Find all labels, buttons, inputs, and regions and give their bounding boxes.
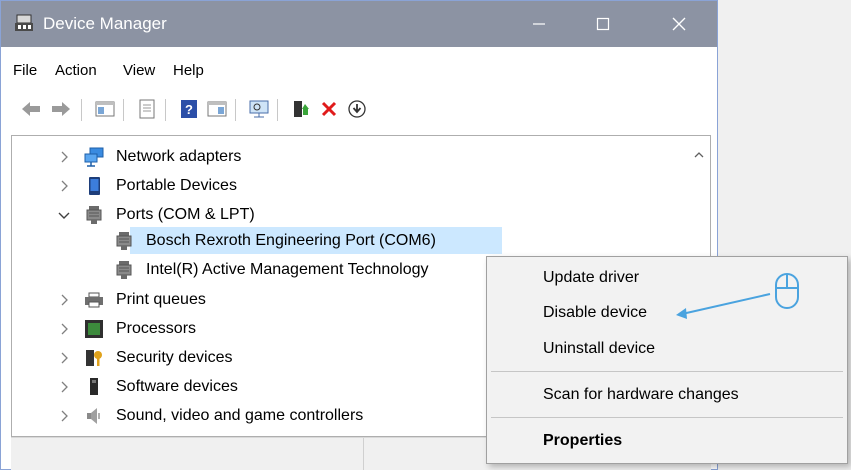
update-driver-icon: [348, 100, 366, 118]
toolbar-separator: [277, 99, 278, 121]
console-tree-button[interactable]: [93, 97, 117, 121]
tree-item-label: Software devices: [116, 378, 238, 395]
chevron-right-icon[interactable]: [56, 149, 72, 165]
tree-item-network-adapters[interactable]: Network adapters: [12, 144, 692, 170]
properties-sheet-icon: [139, 99, 155, 119]
tree-item-processors[interactable]: Processors: [12, 316, 492, 342]
tree-item-label: Ports (COM & LPT): [116, 206, 255, 223]
tree-item-label: Print queues: [116, 291, 206, 308]
status-divider: [363, 438, 364, 470]
processor-chip-icon: [85, 320, 103, 338]
menu-separator: [491, 371, 843, 372]
tree-item-bosch-rexroth-port[interactable]: Bosch Rexroth Engineering Port (COM6): [12, 228, 502, 254]
menu-item-uninstall-device[interactable]: Uninstall device: [543, 340, 655, 358]
chevron-right-icon[interactable]: [56, 379, 72, 395]
menu-item-update-driver[interactable]: Update driver: [543, 269, 639, 287]
screen: Device Manager File Action View Help ? N…: [0, 0, 851, 470]
chevron-right-icon[interactable]: [56, 321, 72, 337]
tree-item-label: Bosch Rexroth Engineering Port (COM6): [146, 232, 436, 249]
portable-device-icon: [89, 177, 100, 195]
menu-bar: File Action View Help: [1, 58, 717, 82]
remove-device-icon: [321, 101, 337, 117]
scan-monitor-icon: [249, 100, 269, 118]
forward-button[interactable]: [49, 97, 73, 121]
enable-device-button[interactable]: [289, 97, 313, 121]
tree-item-ports[interactable]: Ports (COM & LPT): [12, 202, 692, 228]
chevron-right-icon[interactable]: [56, 292, 72, 308]
forward-arrow-icon: [52, 102, 70, 116]
back-arrow-icon: [22, 102, 40, 116]
menu-item-disable-device[interactable]: Disable device: [543, 304, 647, 322]
help-icon: ?: [181, 100, 197, 118]
toolbar-separator: [165, 99, 166, 121]
tree-item-portable-devices[interactable]: Portable Devices: [12, 173, 692, 199]
device-manager-icon: [15, 14, 33, 31]
uninstall-device-button[interactable]: [317, 97, 341, 121]
toolbar: ?: [1, 93, 717, 125]
scan-hardware-button[interactable]: [247, 97, 271, 121]
chevron-down-icon[interactable]: [56, 207, 72, 223]
menu-item-properties[interactable]: Properties: [543, 432, 622, 450]
port-connector-icon: [86, 206, 102, 224]
scroll-up-arrow-icon[interactable]: [692, 150, 706, 160]
tree-item-label: Network adapters: [116, 148, 242, 165]
printer-icon: [85, 292, 103, 308]
tree-item-security-devices[interactable]: Security devices: [12, 345, 492, 371]
tree-item-label: Portable Devices: [116, 177, 237, 194]
tree-item-print-queues[interactable]: Print queues: [12, 287, 492, 313]
action-pane-icon: [207, 101, 227, 117]
enable-device-icon: [294, 101, 309, 117]
minimize-button[interactable]: [509, 1, 569, 47]
tree-item-sound-video-game[interactable]: Sound, video and game controllers: [12, 403, 492, 429]
minimize-icon: [533, 23, 545, 25]
security-key-icon: [86, 350, 102, 366]
software-device-icon: [90, 378, 98, 395]
toolbar-separator: [123, 99, 124, 121]
properties-button[interactable]: [135, 97, 159, 121]
tree-item-software-devices[interactable]: Software devices: [12, 374, 492, 400]
update-driver-button[interactable]: [345, 97, 369, 121]
tree-item-intel-amt[interactable]: Intel(R) Active Management Technology: [12, 257, 492, 283]
back-button[interactable]: [19, 97, 43, 121]
maximize-icon: [596, 17, 610, 31]
show-hide-console-tree-icon: [95, 101, 115, 117]
network-adapter-icon: [84, 147, 104, 167]
tree-item-label: Intel(R) Active Management Technology: [146, 261, 429, 278]
toolbar-separator: [81, 99, 82, 121]
annotation-arrow-icon: [676, 293, 771, 319]
window-title: Device Manager: [43, 14, 167, 33]
toolbar-separator: [235, 99, 236, 121]
menu-help[interactable]: Help: [173, 62, 204, 79]
port-connector-icon: [116, 261, 132, 279]
menu-item-scan-hardware[interactable]: Scan for hardware changes: [543, 386, 739, 404]
title-bar[interactable]: Device Manager: [1, 1, 717, 47]
maximize-button[interactable]: [573, 1, 633, 47]
close-icon: [672, 17, 686, 31]
chevron-right-icon[interactable]: [56, 408, 72, 424]
chevron-right-icon[interactable]: [56, 178, 72, 194]
help-button[interactable]: ?: [177, 97, 201, 121]
svg-text:?: ?: [185, 102, 193, 117]
speaker-icon: [87, 408, 100, 424]
menu-view[interactable]: View: [123, 62, 155, 79]
tree-item-label: Security devices: [116, 349, 233, 366]
action-pane-button[interactable]: [205, 97, 229, 121]
tree-item-label: Sound, video and game controllers: [116, 407, 364, 424]
menu-separator: [491, 417, 843, 418]
chevron-right-icon[interactable]: [56, 350, 72, 366]
port-connector-icon: [116, 232, 132, 250]
menu-file[interactable]: File: [13, 62, 37, 79]
tree-item-label: Processors: [116, 320, 197, 337]
close-button[interactable]: [649, 1, 709, 47]
menu-action[interactable]: Action: [55, 62, 97, 79]
